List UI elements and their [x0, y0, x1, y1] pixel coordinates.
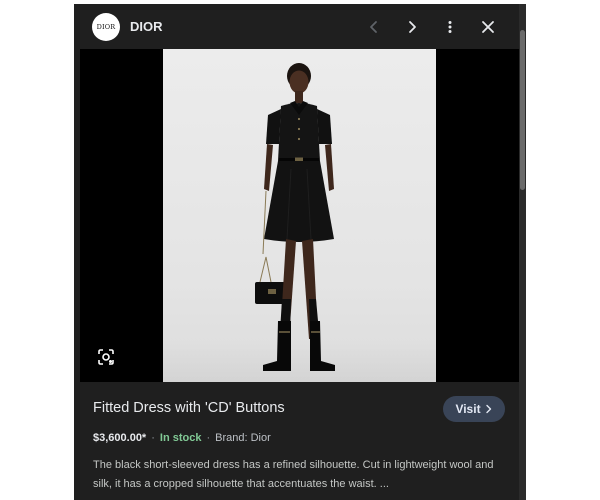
model-figure [255, 63, 335, 371]
visit-button[interactable]: Visit [443, 396, 505, 422]
more-vert-icon [448, 21, 452, 33]
product-title[interactable]: Fitted Dress with 'CD' Buttons [93, 400, 285, 416]
price: $3,600.00* [93, 432, 147, 444]
lens-search-icon [98, 349, 114, 365]
next-button[interactable] [398, 13, 426, 41]
brand-logo-text: DIOR [96, 23, 116, 31]
product-image[interactable] [163, 49, 436, 382]
chevron-right-icon [485, 404, 491, 414]
chevron-right-icon [409, 21, 416, 33]
close-button[interactable] [474, 13, 502, 41]
brand-logo[interactable]: DIOR [92, 13, 120, 41]
separator-dot: · [151, 432, 155, 444]
visit-button-label: Visit [455, 402, 481, 416]
lens-search-button[interactable] [96, 347, 116, 367]
viewer-header: DIOR DIOR [74, 4, 519, 50]
product-meta: $3,600.00* · In stock · Brand: Dior [93, 432, 271, 444]
image-viewer-panel: DIOR DIOR Fitted Dress with 'CD' Buttons… [74, 4, 526, 500]
brand-label: Brand: Dior [215, 432, 271, 444]
chevron-left-icon [370, 21, 377, 33]
stock-status: In stock [159, 432, 202, 444]
scrollbar-thumb[interactable] [520, 30, 525, 190]
separator-dot: · [206, 432, 211, 444]
brand-name[interactable]: DIOR [130, 19, 163, 34]
scrollbar[interactable] [519, 4, 526, 500]
product-description: The black short-sleeved dress has a refi… [93, 459, 494, 490]
more-options-button[interactable] [436, 13, 464, 41]
close-icon [482, 21, 494, 33]
image-area [80, 49, 519, 382]
previous-button[interactable] [360, 13, 388, 41]
